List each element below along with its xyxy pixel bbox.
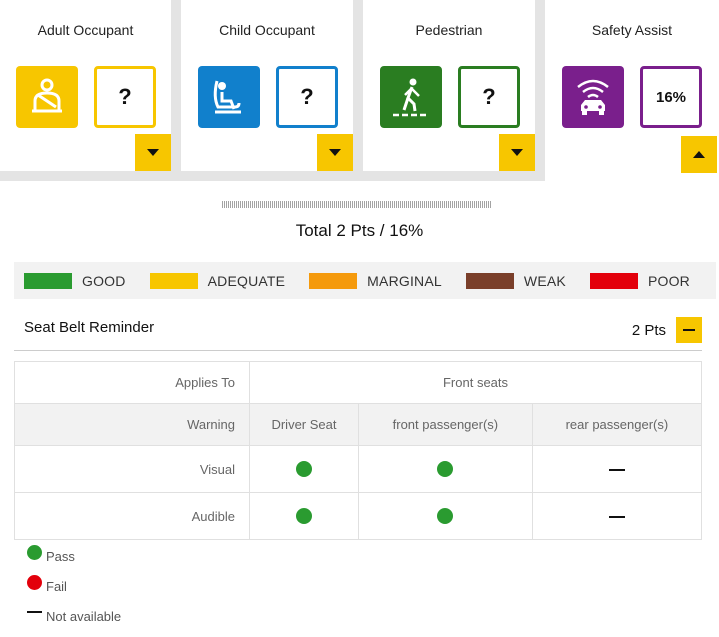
child-seat-icon <box>198 66 260 128</box>
legend-swatch <box>309 272 358 289</box>
pass-dot-icon <box>437 508 454 525</box>
table-row: Applies To Front seats <box>14 361 702 404</box>
legend-label: GOOD <box>82 272 126 289</box>
legend-swatch <box>465 272 514 289</box>
card-title: Safety Assist <box>591 22 673 38</box>
dotted-divider <box>222 201 492 208</box>
legend-swatch <box>589 272 638 289</box>
card-child-occupant[interactable]: Child Occupant ? <box>181 0 353 171</box>
legend-label: WEAK <box>523 272 566 289</box>
row-header: Audible <box>14 492 250 540</box>
card-safety-assist[interactable]: Safety Assist 16% <box>545 0 719 181</box>
score-box: 16% <box>640 66 702 128</box>
chevron-down-icon <box>511 149 523 156</box>
card-title: Child Occupant <box>219 22 315 38</box>
column-header: rear passenger(s) <box>531 403 703 446</box>
table-cell <box>531 492 703 540</box>
legend-item-marginal: MARGINAL <box>309 272 442 289</box>
key-label: Not available <box>46 609 122 624</box>
chevron-up-icon <box>693 151 705 158</box>
seat-belt-reminder-table: Applies To Front seats Warning Driver Se… <box>14 361 703 540</box>
column-header: Driver Seat <box>249 403 359 446</box>
row-header: Warning <box>14 403 250 446</box>
card-title: Adult Occupant <box>37 22 134 38</box>
not-available-dash-icon <box>27 611 42 613</box>
pass-dot-icon <box>27 545 42 560</box>
legend-label: ADEQUATE <box>207 272 286 289</box>
not-available-dash-icon <box>608 469 625 472</box>
seat-belt-reminder-header[interactable]: Seat Belt Reminder 2 Pts <box>14 312 702 351</box>
section-points: 2 Pts <box>631 322 666 339</box>
table-cell <box>357 492 533 540</box>
collapse-toggle-button[interactable] <box>681 136 717 173</box>
total-score: Total 2 Pts / 16% <box>295 221 424 240</box>
expand-toggle-button[interactable] <box>499 134 535 171</box>
table-cell <box>249 492 359 540</box>
pass-dot-icon <box>295 461 312 478</box>
card-title: Pedestrian <box>415 22 483 38</box>
legend-item-poor: POOR <box>589 272 690 289</box>
table-row: Visual <box>14 445 703 493</box>
fail-dot-icon <box>27 575 42 590</box>
category-cards: Adult Occupant ? Child Occupant ? Pedest… <box>0 0 719 181</box>
card-pedestrian[interactable]: Pedestrian ? <box>363 0 535 171</box>
table-row: Warning Driver Seat front passenger(s) r… <box>14 403 703 446</box>
legend-item-adequate: ADEQUATE <box>149 272 286 289</box>
score-box: ? <box>94 66 156 128</box>
row-header: Visual <box>14 445 250 493</box>
legend-swatch <box>24 272 72 289</box>
table-cell <box>357 445 533 493</box>
expand-toggle-button[interactable] <box>135 134 171 171</box>
legend-label: MARGINAL <box>367 272 442 289</box>
legend-item-good: GOOD <box>24 272 126 289</box>
card-adult-occupant[interactable]: Adult Occupant ? <box>0 0 171 171</box>
car-sensor-icon <box>562 66 624 128</box>
pass-dot-icon <box>295 508 312 525</box>
seated-adult-icon <box>16 66 78 128</box>
chevron-down-icon <box>329 149 341 156</box>
table-cell <box>249 445 359 493</box>
section-title: Seat Belt Reminder <box>24 319 155 336</box>
table-row: Audible <box>14 492 703 540</box>
expand-toggle-button[interactable] <box>317 134 353 171</box>
chevron-down-icon <box>147 149 159 156</box>
legend-swatch <box>149 272 198 289</box>
row-header: Applies To <box>14 361 250 404</box>
collapse-section-button[interactable] <box>676 317 702 343</box>
legend-item-weak: WEAK <box>465 272 566 289</box>
rating-legend: GOOD ADEQUATE MARGINAL WEAK POOR <box>14 262 716 299</box>
table-cell <box>531 445 703 493</box>
not-available-dash-icon <box>608 516 625 519</box>
score-box: ? <box>458 66 520 128</box>
minus-icon <box>683 329 695 331</box>
pedestrian-crossing-icon <box>380 66 442 128</box>
column-header: front passenger(s) <box>357 403 533 446</box>
key-label: Fail <box>46 579 67 594</box>
legend-label: POOR <box>647 272 690 289</box>
pass-dot-icon <box>437 461 454 478</box>
score-box: ? <box>276 66 338 128</box>
key-label: Pass <box>46 549 75 564</box>
applies-to-value: Front seats <box>249 361 702 404</box>
